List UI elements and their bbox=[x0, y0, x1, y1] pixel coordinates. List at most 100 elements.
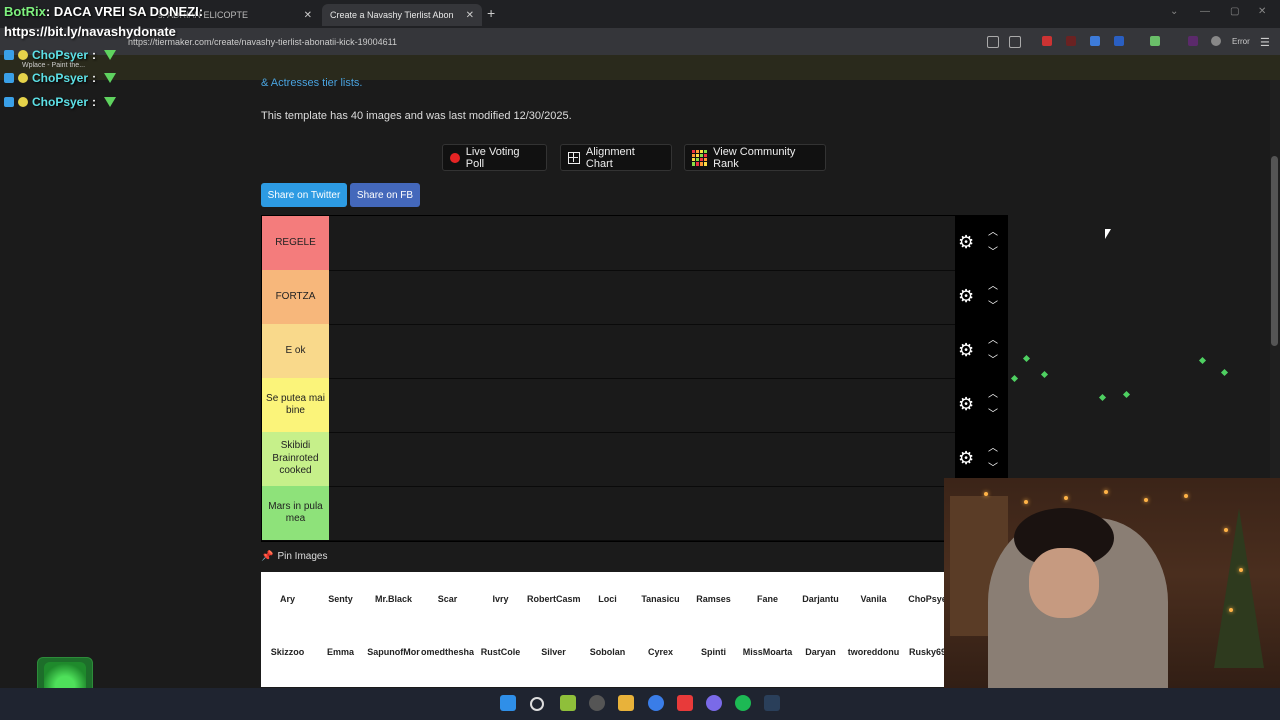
pool-item[interactable]: Rusky69 bbox=[901, 647, 944, 657]
chevron-down-icon[interactable]: ﹀ bbox=[988, 297, 998, 312]
chat-separator: : bbox=[92, 71, 97, 85]
maximize-icon[interactable]: ▢ bbox=[1230, 6, 1239, 17]
pool-item[interactable]: Scar bbox=[421, 594, 474, 604]
browser-tab-active[interactable]: Create a Navashy Tierlist Abon ✕ bbox=[322, 4, 482, 26]
spotify-icon[interactable] bbox=[735, 695, 751, 711]
pool-item[interactable]: Senty bbox=[314, 594, 367, 604]
discord-icon[interactable] bbox=[706, 695, 722, 711]
app-icon[interactable] bbox=[560, 695, 576, 711]
pool-item[interactable]: Emma bbox=[314, 647, 367, 657]
gear-icon[interactable]: ⚙ bbox=[958, 394, 974, 415]
pool-item[interactable]: RobertCasm bbox=[527, 594, 580, 604]
tab-title: Create a Navashy Tierlist Abon bbox=[330, 10, 454, 20]
extension-icon[interactable] bbox=[1066, 36, 1076, 46]
scrollbar-thumb[interactable] bbox=[1271, 156, 1278, 346]
pool-item[interactable]: Loci bbox=[581, 594, 634, 604]
chevron-down-icon[interactable]: ﹀ bbox=[988, 351, 998, 366]
extension-icon[interactable] bbox=[1150, 36, 1160, 46]
tier-row[interactable]: Mars in pula mea bbox=[262, 486, 956, 541]
alignment-chart-button[interactable]: Alignment Chart bbox=[560, 144, 672, 171]
pool-item[interactable]: Vanila bbox=[847, 594, 900, 604]
pool-item[interactable]: Darjantu bbox=[794, 594, 847, 604]
close-window-icon[interactable]: ✕ bbox=[1258, 6, 1266, 17]
gear-icon[interactable]: ⚙ bbox=[958, 448, 974, 469]
close-tab-icon[interactable]: ✕ bbox=[466, 10, 474, 21]
gear-icon[interactable]: ⚙ bbox=[958, 286, 974, 307]
menu-icon[interactable]: ☰ bbox=[1260, 36, 1270, 49]
chat-separator: : bbox=[92, 48, 97, 62]
share-twitter-button[interactable]: Share on Twitter bbox=[261, 183, 347, 207]
pool-item[interactable]: Silver bbox=[527, 647, 580, 657]
tier-label[interactable]: E ok bbox=[262, 324, 329, 378]
pool-item[interactable]: omedthesha bbox=[421, 647, 474, 657]
tier-row[interactable]: FORTZA bbox=[262, 270, 956, 325]
chevron-down-icon[interactable]: ﹀ bbox=[988, 405, 998, 420]
tab-search-icon[interactable]: ⌄ bbox=[1170, 6, 1178, 17]
pool-item[interactable]: SapunofMor bbox=[367, 647, 420, 657]
extension-icon[interactable] bbox=[1114, 36, 1124, 46]
gear-icon[interactable]: ⚙ bbox=[958, 340, 974, 361]
avatar[interactable] bbox=[1211, 36, 1221, 46]
pin-images-toggle[interactable]: 📌 Pin Images bbox=[261, 551, 327, 562]
pool-item[interactable]: Fane bbox=[741, 594, 794, 604]
tier-row[interactable]: Skibidi Brainroted cooked bbox=[262, 432, 956, 487]
pool-item[interactable]: MissMoarta bbox=[741, 647, 794, 657]
close-tab-icon[interactable]: ✕ bbox=[304, 10, 312, 21]
live-voting-poll-button[interactable]: Live Voting Poll bbox=[442, 144, 547, 171]
new-tab-icon[interactable]: + bbox=[487, 5, 495, 21]
pool-item[interactable]: Skizzoo bbox=[261, 647, 314, 657]
chevron-up-icon[interactable]: ︿ bbox=[988, 439, 998, 454]
pool-item[interactable]: Daryan bbox=[794, 647, 847, 657]
tierlists-link[interactable]: & Actresses tier lists. bbox=[261, 77, 362, 89]
chevron-up-icon[interactable]: ︿ bbox=[988, 385, 998, 400]
browser-icon[interactable] bbox=[648, 695, 664, 711]
pool-item[interactable]: Ary bbox=[261, 594, 314, 604]
steam-icon[interactable] bbox=[764, 695, 780, 711]
bookmark-icon[interactable] bbox=[1009, 36, 1021, 48]
tier-row[interactable]: REGELE bbox=[262, 216, 956, 271]
pool-item[interactable]: Sobolan bbox=[581, 647, 634, 657]
taskbar bbox=[0, 688, 1280, 720]
share-icon[interactable] bbox=[987, 36, 999, 48]
pool-item[interactable]: Spinti bbox=[687, 647, 740, 657]
extension-icon[interactable] bbox=[1090, 36, 1100, 46]
template-info: This template has 40 images and was last… bbox=[261, 110, 572, 122]
chat-username: ChoPsyer bbox=[32, 48, 89, 62]
tier-label[interactable]: Se putea mai bine bbox=[262, 378, 329, 432]
extension-icon[interactable] bbox=[1042, 36, 1052, 46]
tier-label[interactable]: Mars in pula mea bbox=[262, 486, 329, 540]
folder-icon[interactable] bbox=[618, 695, 634, 711]
pool-item[interactable]: tworeddonu bbox=[847, 647, 900, 657]
app-icon[interactable] bbox=[589, 695, 605, 711]
pool-item[interactable]: Ivry bbox=[474, 594, 527, 604]
tier-label[interactable]: FORTZA bbox=[262, 270, 329, 324]
pool-item[interactable]: RustCole bbox=[474, 647, 527, 657]
bookmark-bar bbox=[0, 55, 1280, 80]
tier-label[interactable]: REGELE bbox=[262, 216, 329, 270]
media-icon[interactable] bbox=[677, 695, 693, 711]
chevron-up-icon[interactable]: ︿ bbox=[988, 277, 998, 292]
chevron-up-icon[interactable]: ︿ bbox=[988, 331, 998, 346]
chevron-down-icon[interactable]: ﹀ bbox=[988, 243, 998, 258]
chat-username: ChoPsyer bbox=[32, 71, 89, 85]
share-fb-button[interactable]: Share on FB bbox=[350, 183, 420, 207]
tier-row[interactable]: E ok bbox=[262, 324, 956, 379]
badge-icon bbox=[18, 73, 28, 83]
tier-row[interactable]: Se putea mai bine bbox=[262, 378, 956, 433]
error-badge[interactable]: Error bbox=[1232, 37, 1250, 46]
start-icon[interactable] bbox=[500, 695, 516, 711]
chevron-up-icon[interactable]: ︿ bbox=[988, 223, 998, 238]
pool-item[interactable]: Ramses bbox=[687, 594, 740, 604]
pool-item[interactable]: Tanasicu bbox=[634, 594, 687, 604]
pool-item[interactable]: ChoPsye bbox=[901, 594, 944, 604]
chevron-down-icon[interactable]: ﹀ bbox=[988, 459, 998, 474]
pool-item[interactable]: Mr.Black bbox=[367, 594, 420, 604]
tier-label[interactable]: Skibidi Brainroted cooked bbox=[262, 432, 329, 486]
search-icon[interactable] bbox=[530, 697, 544, 711]
address-bar[interactable]: https://tiermaker.com/create/navashy-tie… bbox=[122, 34, 978, 50]
gear-icon[interactable]: ⚙ bbox=[958, 232, 974, 253]
view-community-rank-button[interactable]: View Community Rank bbox=[684, 144, 826, 171]
extension-icon[interactable] bbox=[1188, 36, 1198, 46]
minimize-icon[interactable]: — bbox=[1200, 6, 1210, 17]
pool-item[interactable]: Cyrex bbox=[634, 647, 687, 657]
